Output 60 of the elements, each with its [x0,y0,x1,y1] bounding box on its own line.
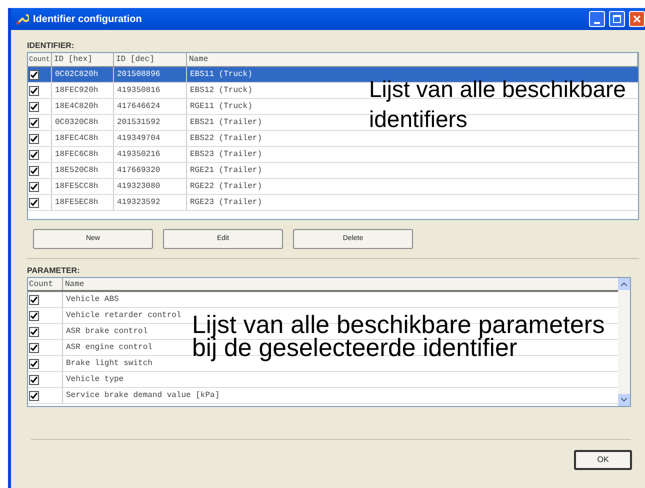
checkbox[interactable] [29,150,39,160]
table-cell: 419350216 [114,147,187,162]
checkbox[interactable] [29,390,39,400]
table-cell: 419350816 [114,83,187,98]
column-header[interactable]: ID [dec] [114,53,187,66]
checkbox[interactable] [29,118,39,128]
checkbox[interactable] [29,326,39,336]
table-cell-text: RGE21 (Trailer) [189,165,264,177]
table-cell-text: EBS22 (Trailer) [189,133,264,145]
checkbox[interactable] [29,342,39,352]
table-cell: 201531592 [114,115,187,130]
table-cell-text: EBS23 (Trailer) [189,149,264,161]
wrench-icon [15,12,29,26]
window-title: Identifier configuration [33,12,143,26]
annotation-text: Lijst van alle beschikbare parameters bij de geselecteerde identifier [192,314,606,360]
table-cell: 419323080 [114,179,187,194]
column-header[interactable]: Name [187,53,638,66]
table-cell: 201508896 [114,67,187,82]
table-cell-text: Vehicle ABS [65,294,120,306]
close-button[interactable] [629,11,645,27]
minimize-button[interactable] [589,11,605,27]
ok-button[interactable]: OK [574,450,632,470]
close-icon [633,15,641,23]
table-cell-text: EBS21 (Trailer) [189,117,264,129]
table-cell-text: RGE23 (Trailer) [189,197,264,209]
table-cell-text: RGE22 (Trailer) [189,181,264,193]
table-cell-text: EBS11 (Truck) [189,69,254,81]
checkbox[interactable] [29,70,39,80]
checkbox[interactable] [29,182,39,192]
table-cell: 419349704 [114,131,187,146]
table-cell-text: Vehicle type [65,374,125,386]
annotation-text: Lijst van alle beschikbare identifiers [369,75,627,134]
chevron-up-icon [621,282,627,286]
table-cell: 417646624 [114,99,187,114]
section-label: IDENTIFIER: [27,40,76,52]
table-cell-text: Brake light switch [65,358,154,370]
checkbox[interactable] [29,102,39,112]
table-cell-text: ASR engine control [65,342,154,354]
section-label: PARAMETER: [27,265,81,277]
table-cell-text: RGE11 (Truck) [189,101,254,113]
checkbox[interactable] [29,358,39,368]
checkbox[interactable] [29,166,39,176]
table-cell-text: EBS12 (Truck) [189,85,254,97]
checkbox[interactable] [29,374,39,384]
checkbox[interactable] [29,294,39,304]
checkbox[interactable] [29,86,39,96]
chevron-down-icon [621,398,627,402]
scrollbar[interactable] [618,278,630,406]
table-cell: 417669320 [114,163,187,178]
column-header[interactable]: Count [28,278,63,290]
checkbox[interactable] [29,310,39,320]
column-header[interactable]: Name [63,278,618,290]
checkbox[interactable] [29,198,39,208]
table-cell-text: ASR brake control [65,326,149,338]
table-cell-text: Vehicle retarder control [65,310,182,322]
checkbox[interactable] [29,134,39,144]
maximize-button[interactable] [609,11,625,27]
column-header[interactable]: ID [hex] [52,53,114,66]
table-cell-text: Service brake demand value [kPa] [65,390,221,402]
table-cell: 419323592 [114,195,187,210]
